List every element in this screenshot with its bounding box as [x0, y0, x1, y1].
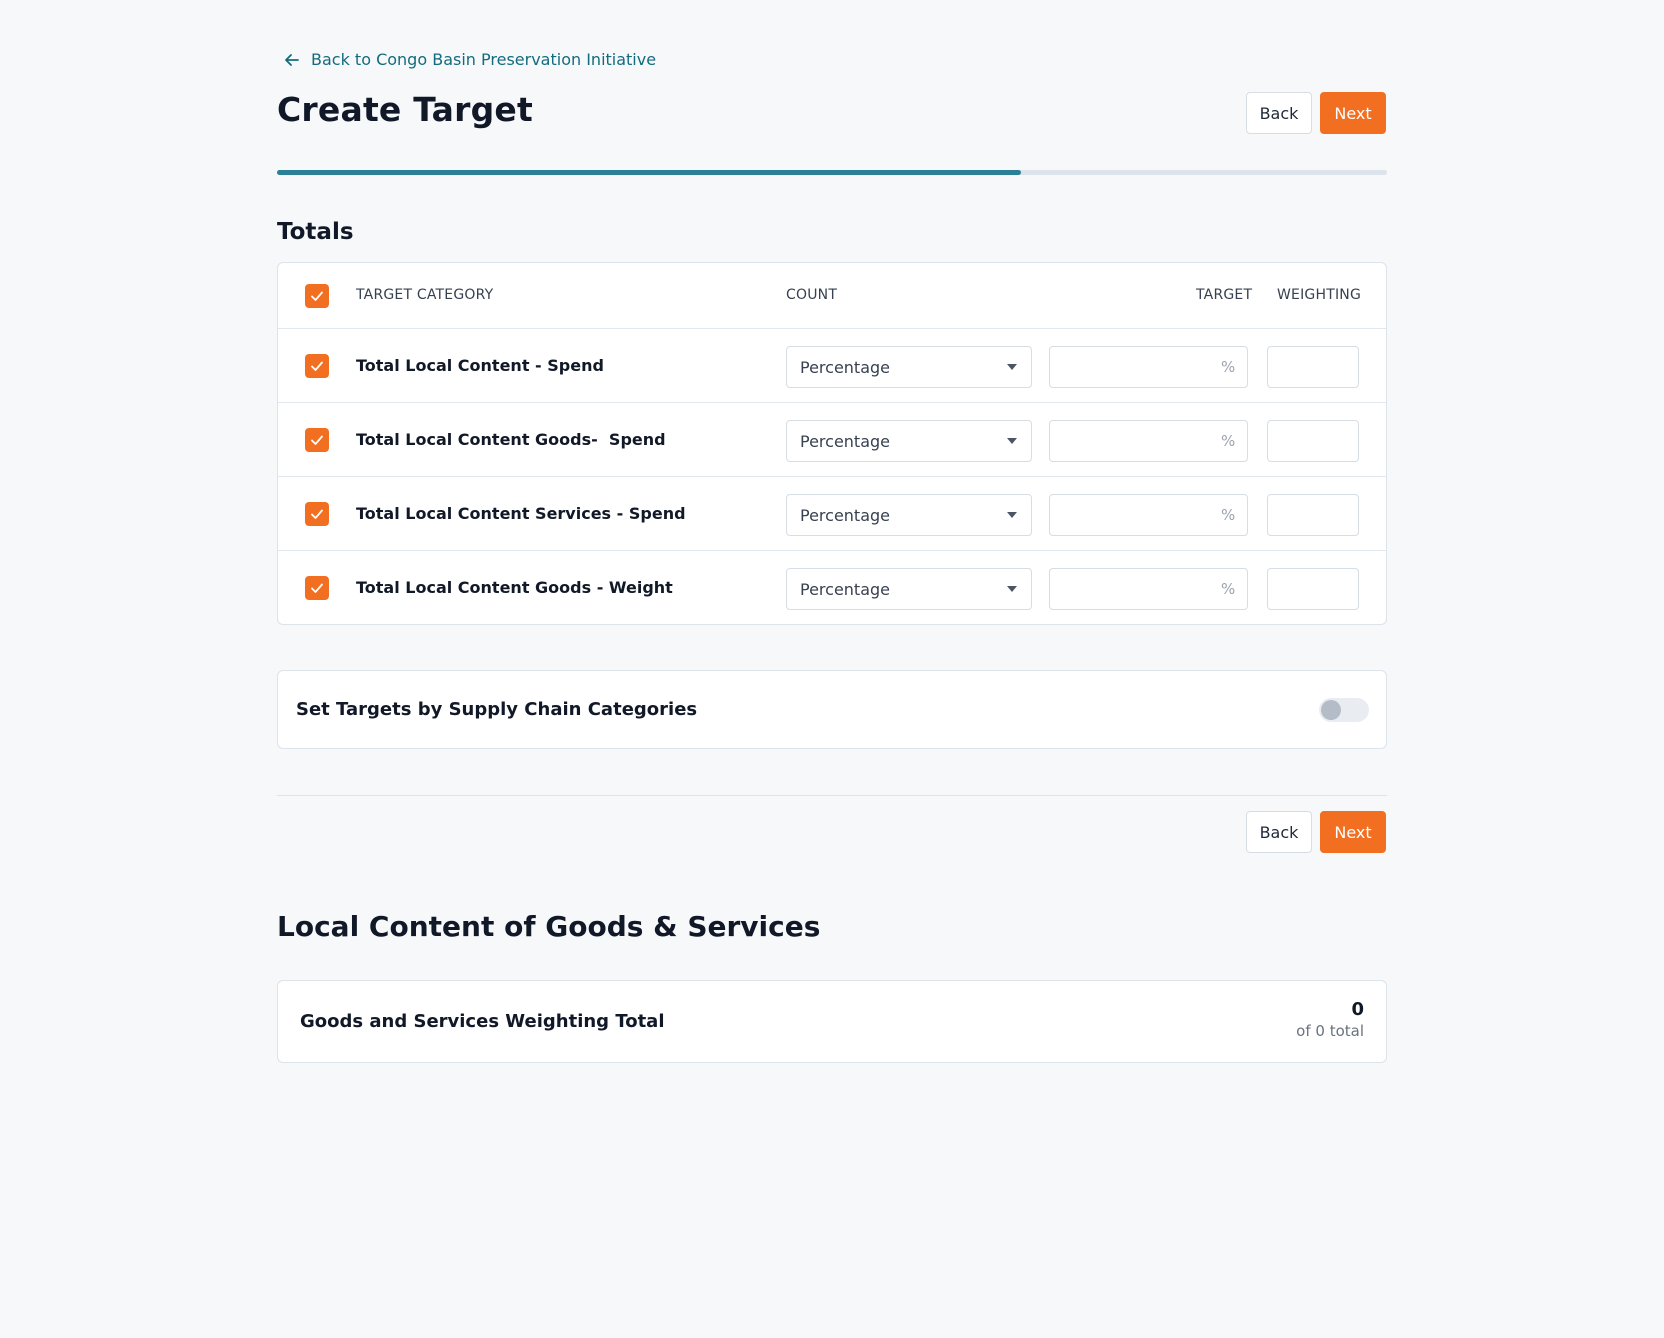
supply-chain-label: Set Targets by Supply Chain Categories	[296, 699, 698, 720]
target-input[interactable]	[1049, 494, 1248, 536]
page-title: Create Target	[277, 90, 533, 129]
column-header-count: COUNT	[786, 287, 838, 303]
percent-unit: %	[1221, 432, 1236, 450]
totals-section-title: Totals	[277, 219, 354, 245]
back-link-label: Back to Congo Basin Preservation Initiat…	[311, 50, 657, 69]
progress-bar	[277, 170, 1387, 175]
target-input[interactable]	[1049, 420, 1248, 462]
divider	[277, 795, 1387, 796]
caret-down-icon	[1007, 364, 1017, 370]
totals-table: TARGET CATEGORY COUNT TARGET WEIGHTING T…	[277, 262, 1387, 625]
weighting-input[interactable]	[1267, 568, 1359, 610]
progress-bar-fill	[277, 170, 1021, 175]
create-target-page: Back to Congo Basin Preservation Initiat…	[0, 0, 1664, 1338]
table-row: Total Local Content Goods - Weight Perce…	[278, 550, 1386, 624]
weighting-total-value: 0	[1351, 999, 1364, 1020]
caret-down-icon	[1007, 586, 1017, 592]
check-icon	[311, 509, 323, 519]
supply-chain-toggle[interactable]	[1319, 698, 1369, 722]
row-checkbox[interactable]	[305, 576, 329, 600]
count-select-value: Percentage	[800, 579, 891, 599]
table-header-row: TARGET CATEGORY COUNT TARGET WEIGHTING	[278, 263, 1386, 328]
weighting-input[interactable]	[1267, 346, 1359, 388]
weighting-input[interactable]	[1267, 494, 1359, 536]
check-icon	[311, 583, 323, 593]
row-checkbox[interactable]	[305, 428, 329, 452]
check-icon	[311, 291, 323, 301]
back-button-bottom[interactable]: Back	[1246, 811, 1312, 853]
percent-unit: %	[1221, 506, 1236, 524]
next-button-top[interactable]: Next	[1320, 92, 1386, 134]
caret-down-icon	[1007, 512, 1017, 518]
column-header-category: TARGET CATEGORY	[356, 287, 494, 303]
arrow-left-icon	[285, 53, 299, 66]
local-content-section-title: Local Content of Goods & Services	[277, 910, 821, 943]
row-category-label: Total Local Content - Spend	[356, 356, 604, 375]
back-button-top[interactable]: Back	[1246, 92, 1312, 134]
check-icon	[311, 435, 323, 445]
percent-unit: %	[1221, 358, 1236, 376]
select-all-checkbox[interactable]	[305, 284, 329, 308]
back-to-project-link[interactable]: Back to Congo Basin Preservation Initiat…	[283, 50, 656, 69]
check-icon	[311, 361, 323, 371]
next-button-bottom[interactable]: Next	[1320, 811, 1386, 853]
table-row: Total Local Content Services - Spend Per…	[278, 476, 1386, 550]
row-category-label: Total Local Content Goods- Spend	[356, 430, 666, 449]
count-select-value: Percentage	[800, 357, 891, 377]
row-checkbox[interactable]	[305, 502, 329, 526]
count-select-value: Percentage	[800, 505, 891, 525]
weighting-input[interactable]	[1267, 420, 1359, 462]
target-input[interactable]	[1049, 568, 1248, 610]
column-header-target: TARGET	[1196, 287, 1253, 303]
supply-chain-card: Set Targets by Supply Chain Categories	[277, 670, 1387, 749]
percent-unit: %	[1221, 580, 1236, 598]
count-select-value: Percentage	[800, 431, 891, 451]
count-select[interactable]: Percentage	[786, 494, 1032, 536]
row-category-label: Total Local Content Goods - Weight	[356, 578, 673, 597]
table-row: Total Local Content Goods- Spend Percent…	[278, 402, 1386, 476]
toggle-knob	[1321, 700, 1341, 720]
row-checkbox[interactable]	[305, 354, 329, 378]
weighting-total-sub: of 0 total	[1296, 1022, 1364, 1040]
table-row: Total Local Content - Spend Percentage %	[278, 328, 1386, 402]
weighting-summary-card: Goods and Services Weighting Total 0 of …	[277, 980, 1387, 1063]
weighting-total-label: Goods and Services Weighting Total	[300, 1011, 665, 1032]
column-header-weighting: WEIGHTING	[1277, 287, 1361, 303]
row-category-label: Total Local Content Services - Spend	[356, 504, 686, 523]
count-select[interactable]: Percentage	[786, 346, 1032, 388]
count-select[interactable]: Percentage	[786, 568, 1032, 610]
caret-down-icon	[1007, 438, 1017, 444]
target-input[interactable]	[1049, 346, 1248, 388]
count-select[interactable]: Percentage	[786, 420, 1032, 462]
